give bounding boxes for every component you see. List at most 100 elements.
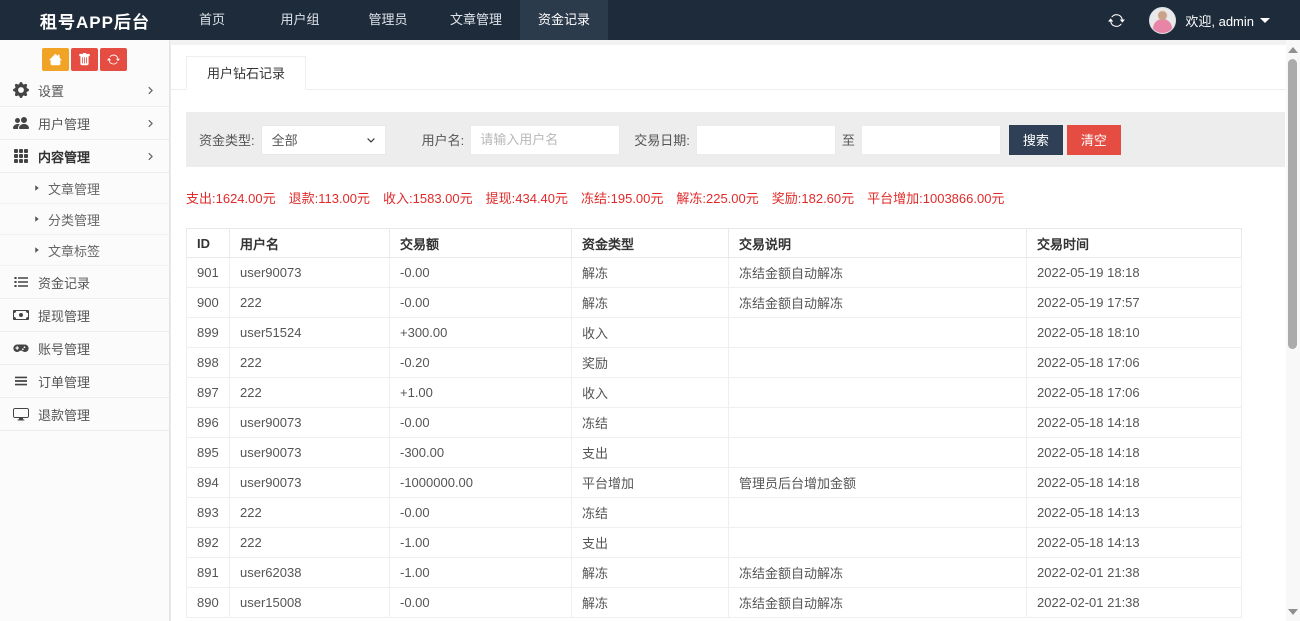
table-cell: 898 [187, 348, 230, 378]
sidebar-item-withdrawal-management[interactable]: 提现管理 [0, 299, 169, 332]
table-row: 900222-0.00解冻冻结金额自动解冻2022-05-19 17:57 [187, 288, 1242, 318]
table-cell: 896 [187, 408, 230, 438]
refresh-icon[interactable] [1108, 12, 1125, 29]
sidebar-item-label: 提现管理 [38, 306, 90, 325]
content-panel: 用户钻石记录 资金类型: 全部 用户名: 交易日期: 至 搜索 清空 支出:16… [170, 45, 1300, 621]
column-header: 交易说明 [729, 229, 1027, 258]
nav-item-user-groups[interactable]: 用户组 [256, 0, 344, 40]
nav-item-article-management[interactable]: 文章管理 [432, 0, 520, 40]
username-label: 用户名: [422, 130, 465, 149]
table-cell: 冻结 [572, 408, 729, 438]
date-start-input[interactable] [696, 125, 836, 155]
recycle-icon [107, 53, 120, 66]
sidebar-item-account-management[interactable]: 账号管理 [0, 332, 169, 365]
table-row: 890user15008-0.00解冻冻结金额自动解冻2022-02-01 21… [187, 588, 1242, 618]
nav-item-home[interactable]: 首页 [168, 0, 256, 40]
sidebar-item-order-management[interactable]: 订单管理 [0, 365, 169, 398]
date-label: 交易日期: [634, 130, 690, 149]
sidebar-item-category-management[interactable]: 分类管理 [0, 204, 169, 235]
stat-item: 支出:1624.00元 [186, 188, 276, 207]
chevron-right-icon [145, 118, 156, 129]
scrollbar-thumb[interactable] [1288, 59, 1297, 349]
nav-item-fund-records[interactable]: 资金记录 [520, 0, 608, 40]
sidebar-item-label: 资金记录 [38, 273, 90, 292]
scrollbar[interactable] [1286, 40, 1300, 621]
grid-icon [13, 148, 29, 164]
username-input[interactable] [470, 125, 620, 155]
table-cell: 2022-05-18 17:06 [1027, 378, 1242, 408]
nav-item-admins[interactable]: 管理员 [344, 0, 432, 40]
sidebar: 设置用户管理内容管理文章管理分类管理文章标签资金记录提现管理账号管理订单管理退款… [0, 40, 170, 621]
table-cell: -0.20 [390, 348, 572, 378]
table-cell: 893 [187, 498, 230, 528]
table-cell: 冻结金额自动解冻 [729, 258, 1027, 288]
sidebar-toolbar [0, 40, 169, 74]
table-cell: 收入 [572, 318, 729, 348]
sidebar-item-article-tags[interactable]: 文章标签 [0, 235, 169, 266]
sidebar-item-user-management[interactable]: 用户管理 [0, 107, 169, 140]
table-cell: -1.00 [390, 558, 572, 588]
sidebar-item-label: 内容管理 [38, 147, 90, 166]
scroll-down-arrow-icon[interactable] [1288, 609, 1298, 615]
monitor-icon [13, 406, 29, 422]
top-navbar: 租号APP后台 首页用户组管理员文章管理资金记录 欢迎, admin [0, 0, 1300, 40]
sidebar-item-content-management[interactable]: 内容管理 [0, 140, 169, 173]
stat-item: 退款:113.00元 [289, 188, 370, 207]
sidebar-item-settings[interactable]: 设置 [0, 74, 169, 107]
chevron-down-icon [365, 134, 377, 146]
table-cell: -0.00 [390, 588, 572, 618]
sidebar-item-label: 用户管理 [38, 114, 90, 133]
table-row: 892222-1.00支出2022-05-18 14:13 [187, 528, 1242, 558]
table-cell: 222 [230, 288, 390, 318]
table-row: 891user62038-1.00解冻冻结金额自动解冻2022-02-01 21… [187, 558, 1242, 588]
table-row: 893222-0.00冻结2022-05-18 14:13 [187, 498, 1242, 528]
tab-user-diamond-records[interactable]: 用户钻石记录 [186, 56, 306, 90]
app-window: 租号APP后台 首页用户组管理员文章管理资金记录 欢迎, admin 设置用户管… [0, 0, 1300, 621]
chevron-down-icon[interactable] [1260, 18, 1270, 23]
table-cell: 2022-02-01 21:38 [1027, 588, 1242, 618]
refresh-icon [1108, 12, 1125, 29]
stat-item: 收入:1583.00元 [383, 188, 473, 207]
stat-item: 平台增加:1003866.00元 [867, 188, 1004, 207]
stat-item: 奖励:182.60元 [772, 188, 854, 207]
table-cell: 2022-05-18 14:18 [1027, 438, 1242, 468]
sidebar-item-label: 账号管理 [38, 339, 90, 358]
sidebar-item-label: 文章标签 [48, 241, 100, 260]
table-cell: 892 [187, 528, 230, 558]
table-cell: 222 [230, 498, 390, 528]
table-cell: 900 [187, 288, 230, 318]
search-button[interactable]: 搜索 [1009, 125, 1063, 155]
home-button[interactable] [42, 48, 69, 71]
date-end-input[interactable] [861, 125, 1001, 155]
users-icon [13, 115, 29, 131]
sidebar-item-article-management[interactable]: 文章管理 [0, 173, 169, 204]
table-cell: -0.00 [390, 288, 572, 318]
recycle-button[interactable] [100, 48, 127, 71]
table-cell: 2022-02-01 21:38 [1027, 558, 1242, 588]
sidebar-item-label: 订单管理 [38, 372, 90, 391]
trash-button[interactable] [71, 48, 98, 71]
sidebar-item-fund-records[interactable]: 资金记录 [0, 266, 169, 299]
fund-type-select[interactable]: 全部 [261, 125, 386, 155]
welcome-text[interactable]: 欢迎, admin [1185, 11, 1254, 30]
table-cell: user15008 [230, 588, 390, 618]
sidebar-item-label: 退款管理 [38, 405, 90, 424]
caret-right-icon [33, 246, 41, 254]
avatar[interactable] [1149, 7, 1176, 34]
clear-button[interactable]: 清空 [1067, 125, 1121, 155]
table-cell: 支出 [572, 528, 729, 558]
scroll-up-arrow-icon[interactable] [1288, 47, 1298, 53]
caret-right-icon [33, 215, 41, 223]
table-row: 901user90073-0.00解冻冻结金额自动解冻2022-05-19 18… [187, 258, 1242, 288]
caret-right-icon [33, 184, 41, 192]
fund-type-label: 资金类型: [199, 130, 255, 149]
table-cell: user90073 [230, 438, 390, 468]
date-to-label: 至 [842, 130, 855, 149]
table-cell: 冻结金额自动解冻 [729, 288, 1027, 318]
table-cell: -1000000.00 [390, 468, 572, 498]
home-icon [49, 53, 62, 66]
money-icon [13, 307, 29, 323]
sidebar-item-refund-management[interactable]: 退款管理 [0, 398, 169, 431]
table-cell: 解冻 [572, 558, 729, 588]
records-table: ID用户名交易额资金类型交易说明交易时间901user90073-0.00解冻冻… [186, 228, 1242, 618]
